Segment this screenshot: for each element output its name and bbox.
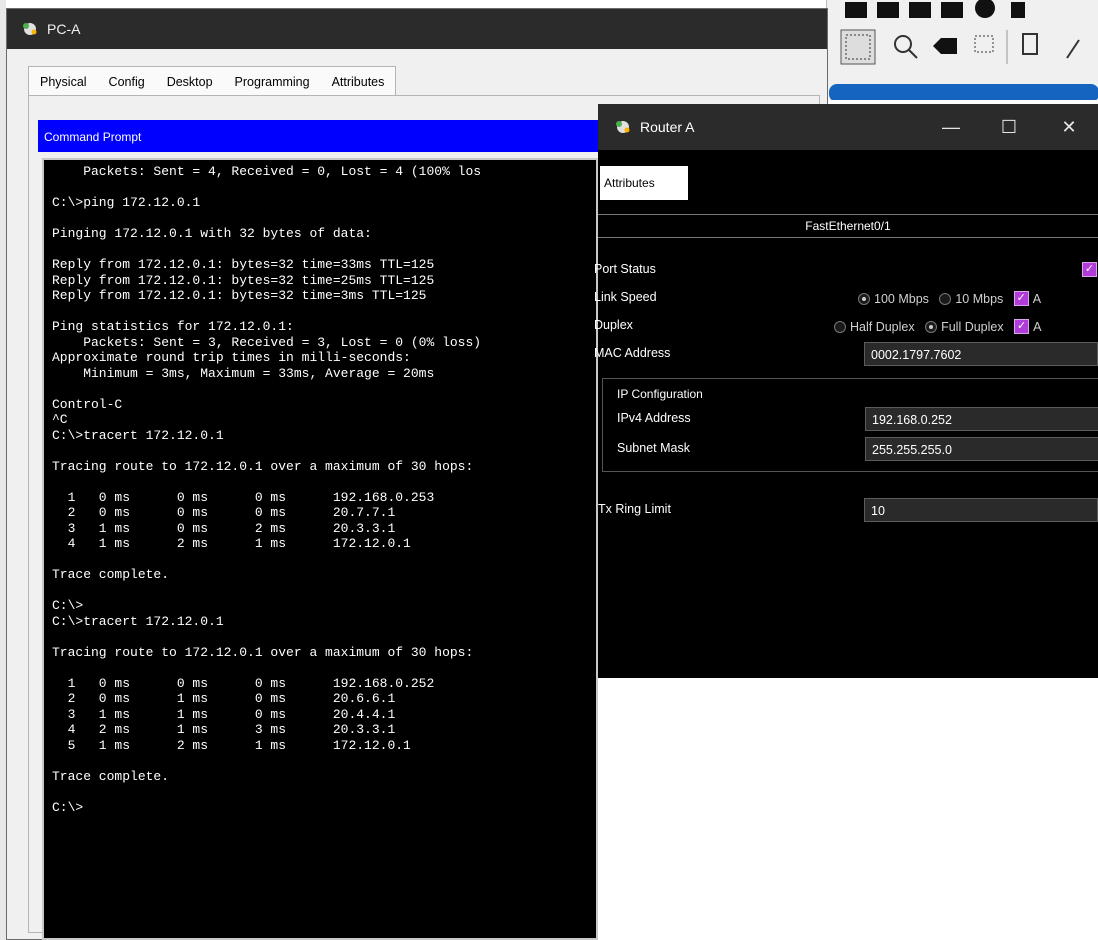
duplex-label: Duplex bbox=[594, 318, 633, 332]
terminal-line: 3 1 ms 1 ms 0 ms 20.4.4.1 bbox=[52, 706, 396, 722]
terminal-line: Trace complete. bbox=[52, 768, 170, 784]
close-button[interactable]: ✕ bbox=[1046, 104, 1092, 150]
terminal-line: 3 1 ms 0 ms 2 ms 20.3.3.1 bbox=[52, 520, 396, 536]
tab-desktop[interactable]: Desktop bbox=[155, 67, 224, 97]
terminal-line: Approximate round trip times in milli-se… bbox=[52, 350, 411, 365]
ip-configuration-header: IP Configuration bbox=[617, 387, 703, 401]
tab-config[interactable]: Config bbox=[98, 67, 156, 97]
subnet-mask-field[interactable]: 255.255.255.0 bbox=[865, 437, 1098, 461]
terminal-output: Packets: Sent = 4, Received = 0, Lost = … bbox=[44, 160, 596, 815]
router-a-title: Router A bbox=[640, 119, 695, 135]
terminal-line: 2 0 ms 0 ms 0 ms 20.7.7.1 bbox=[52, 505, 396, 520]
half-duplex-radio[interactable] bbox=[834, 320, 846, 333]
ipv4-address-label: IPv4 Address bbox=[617, 411, 691, 425]
link-speed-10-label: 10 Mbps bbox=[955, 292, 1004, 306]
duplex-auto-checkbox[interactable]: ✓ bbox=[1014, 319, 1030, 335]
router-a-window: Router A — ☐ ✕ Attributes FastEthernet0/… bbox=[594, 104, 1098, 940]
packet-tracer-icon bbox=[23, 23, 37, 35]
terminal-line: Packets: Sent = 3, Received = 3, Lost = … bbox=[52, 334, 482, 350]
interface-name-header: FastEthernet0/1 bbox=[598, 214, 1098, 238]
terminal-line: 2 0 ms 1 ms 0 ms 20.6.6.1 bbox=[52, 691, 396, 706]
ipv4-address-field[interactable]: 192.168.0.252 bbox=[865, 407, 1098, 431]
full-duplex-label: Full Duplex bbox=[941, 320, 1004, 334]
command-prompt-title: Command Prompt bbox=[38, 120, 598, 152]
terminal-line: 4 2 ms 1 ms 3 ms 20.3.3.1 bbox=[52, 722, 396, 737]
terminal-line: 1 0 ms 0 ms 0 ms 192.168.0.253 bbox=[52, 489, 435, 505]
terminal-line: C:\> bbox=[52, 598, 84, 613]
pc-a-tabbar: Physical Config Desktop Programming Attr… bbox=[28, 66, 397, 97]
packet-tracer-icon bbox=[616, 121, 630, 133]
tab-physical[interactable]: Physical bbox=[29, 67, 98, 97]
terminal-line: Ping statistics for 172.12.0.1: bbox=[52, 319, 294, 334]
workspace-toolbar-icons bbox=[829, 0, 1098, 102]
terminal-line: 1 0 ms 0 ms 0 ms 192.168.0.252 bbox=[52, 675, 435, 691]
terminal-line: Packets: Sent = 4, Received = 0, Lost = … bbox=[52, 164, 482, 179]
terminal-line: Pinging 172.12.0.1 with 32 bytes of data… bbox=[52, 226, 372, 241]
router-window-lower-area bbox=[598, 728, 1098, 940]
pc-a-titlebar[interactable]: PC-A bbox=[7, 9, 827, 49]
tx-ring-limit-label: Tx Ring Limit bbox=[598, 502, 671, 516]
port-status-checkbox[interactable]: ✓ bbox=[1082, 262, 1097, 277]
terminal-line: ^C bbox=[52, 412, 68, 427]
terminal-line: C:\>ping 172.12.0.1 bbox=[52, 195, 201, 210]
background-toolbar-area bbox=[826, 0, 1098, 102]
duplex-auto-label: A bbox=[1033, 320, 1042, 334]
full-duplex-radio[interactable] bbox=[925, 320, 938, 333]
terminal-line: Minimum = 3ms, Maximum = 33ms, Average =… bbox=[52, 365, 435, 381]
terminal-line: Tracing route to 172.12.0.1 over a maxim… bbox=[52, 644, 474, 660]
terminal-line: Reply from 172.12.0.1: bytes=32 time=33m… bbox=[52, 257, 435, 272]
terminal-line: Tracing route to 172.12.0.1 over a maxim… bbox=[52, 458, 474, 474]
terminal-line: Control-C bbox=[52, 396, 123, 412]
router-window-status-area bbox=[598, 678, 1098, 728]
subnet-mask-label: Subnet Mask bbox=[617, 441, 690, 455]
terminal-line: C:\> bbox=[52, 799, 84, 815]
mac-address-label: MAC Address bbox=[594, 346, 671, 360]
mac-address-field[interactable]: 0002.1797.7602 bbox=[864, 342, 1098, 366]
link-speed-10-radio[interactable] bbox=[939, 292, 952, 305]
link-speed-options: 100 Mbps 10 Mbps ✓ A bbox=[858, 290, 1047, 308]
tab-router-attributes[interactable]: Attributes bbox=[600, 166, 688, 200]
command-prompt-terminal[interactable]: Packets: Sent = 4, Received = 0, Lost = … bbox=[42, 158, 598, 940]
terminal-line: 4 1 ms 2 ms 1 ms 172.12.0.1 bbox=[52, 536, 411, 551]
tab-attributes[interactable]: Attributes bbox=[321, 67, 396, 97]
link-speed-auto-checkbox[interactable]: ✓ bbox=[1013, 291, 1029, 307]
maximize-button[interactable]: ☐ bbox=[986, 104, 1032, 150]
terminal-line: C:\>tracert 172.12.0.1 bbox=[52, 427, 224, 443]
port-status-label: Port Status bbox=[594, 262, 656, 276]
half-duplex-label: Half Duplex bbox=[850, 320, 915, 334]
minimize-button[interactable]: — bbox=[928, 104, 974, 150]
link-speed-label: Link Speed bbox=[594, 290, 657, 304]
terminal-line: 5 1 ms 2 ms 1 ms 172.12.0.1 bbox=[52, 737, 411, 753]
router-tabbar: Attributes bbox=[598, 150, 1098, 200]
terminal-line: Reply from 172.12.0.1: bytes=32 time=3ms… bbox=[52, 288, 427, 303]
pc-a-title: PC-A bbox=[47, 21, 81, 37]
terminal-line: Reply from 172.12.0.1: bytes=32 time=25m… bbox=[52, 272, 435, 288]
ip-configuration-group: IP Configuration IPv4 Address 192.168.0.… bbox=[602, 378, 1098, 472]
link-speed-100-radio[interactable] bbox=[858, 292, 870, 305]
tab-programming[interactable]: Programming bbox=[224, 67, 321, 97]
tx-ring-limit-field[interactable]: 10 bbox=[864, 498, 1098, 522]
terminal-line: C:\>tracert 172.12.0.1 bbox=[52, 613, 224, 629]
link-speed-auto-label: A bbox=[1032, 292, 1042, 306]
duplex-options: Half Duplex Full Duplex ✓ A bbox=[834, 318, 1047, 336]
terminal-line: Trace complete. bbox=[52, 567, 170, 582]
link-speed-100-label: 100 Mbps bbox=[874, 292, 929, 306]
router-a-titlebar[interactable]: Router A — ☐ ✕ bbox=[598, 104, 1098, 150]
